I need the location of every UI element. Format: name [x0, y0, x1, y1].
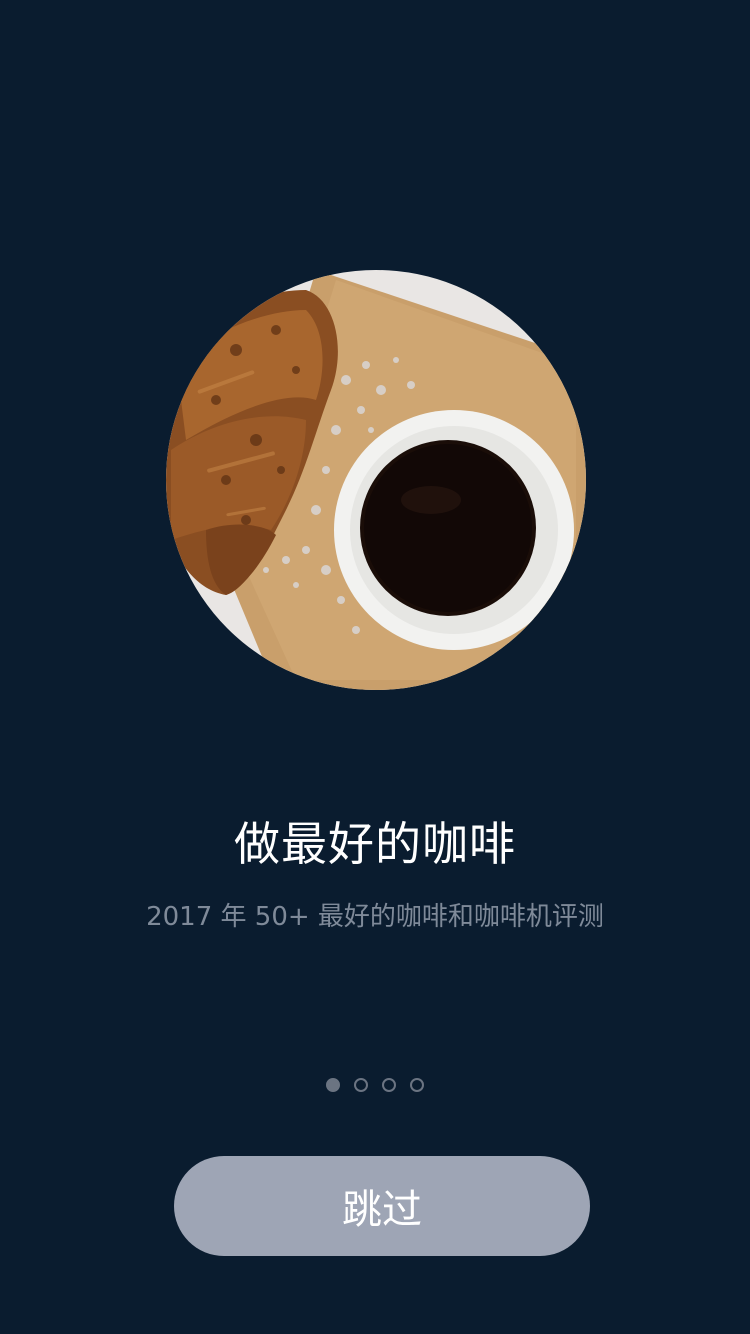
coffee-croissant-illustration: [166, 270, 586, 690]
onboarding-screen: 做最好的咖啡 2017 年 50+ 最好的咖啡和咖啡机评测 跳过: [0, 0, 750, 1334]
page-dot-3[interactable]: [382, 1078, 396, 1092]
page-dot-4[interactable]: [410, 1078, 424, 1092]
skip-button[interactable]: 跳过: [174, 1156, 590, 1256]
page-indicator: [0, 1078, 750, 1092]
page-dot-2[interactable]: [354, 1078, 368, 1092]
hero-image-coffee-croissant: [166, 270, 586, 690]
page-title: 做最好的咖啡: [234, 817, 516, 871]
page-subtitle: 2017 年 50+ 最好的咖啡和咖啡机评测: [146, 902, 604, 932]
page-dot-1-active[interactable]: [326, 1078, 340, 1092]
